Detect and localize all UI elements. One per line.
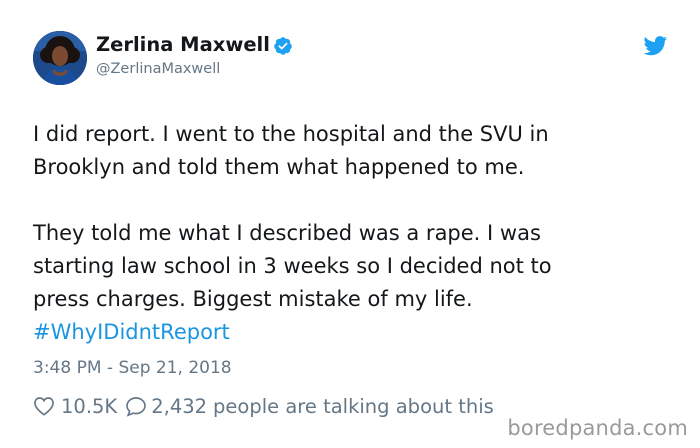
action-bar: 10.5K 2,432 people are talking about thi… xyxy=(33,393,494,419)
reply-button[interactable]: 2,432 xyxy=(125,395,207,418)
avatar[interactable] xyxy=(33,31,87,85)
avatar-image xyxy=(33,31,87,85)
display-name[interactable]: Zerlina Maxwell xyxy=(96,33,270,57)
tweet-line: Brooklyn and told them what happened to … xyxy=(33,155,525,179)
author-handle[interactable]: @ZerlinaMaxwell xyxy=(96,60,220,78)
tweet-line: They told me what I described was a rape… xyxy=(33,221,541,245)
hashtag-link[interactable]: #WhyIDidntReport xyxy=(33,320,230,344)
tweet-line: I did report. I went to the hospital and… xyxy=(33,122,549,146)
speech-bubble-icon xyxy=(126,396,146,417)
like-count: 10.5K xyxy=(61,394,118,418)
reply-count: 2,432 xyxy=(151,394,208,418)
watermark: boredpanda.com xyxy=(507,416,688,440)
twitter-bird-icon[interactable] xyxy=(643,36,668,56)
tweet-timestamp[interactable]: 3:48 PM - Sep 21, 2018 xyxy=(33,357,232,379)
tweet-line: press charges. Biggest mistake of my lif… xyxy=(33,287,473,311)
tweet-card: Zerlina Maxwell @ZerlinaMaxwell I did re… xyxy=(0,0,700,448)
talking-about-text[interactable]: people are talking about this xyxy=(213,395,494,418)
tweet-line: starting law school in 3 weeks so I deci… xyxy=(33,254,552,278)
heart-icon xyxy=(34,397,54,416)
like-button[interactable]: 10.5K xyxy=(33,395,125,418)
verified-badge-icon xyxy=(274,37,292,55)
tweet-text: I did report. I went to the hospital and… xyxy=(33,118,673,349)
